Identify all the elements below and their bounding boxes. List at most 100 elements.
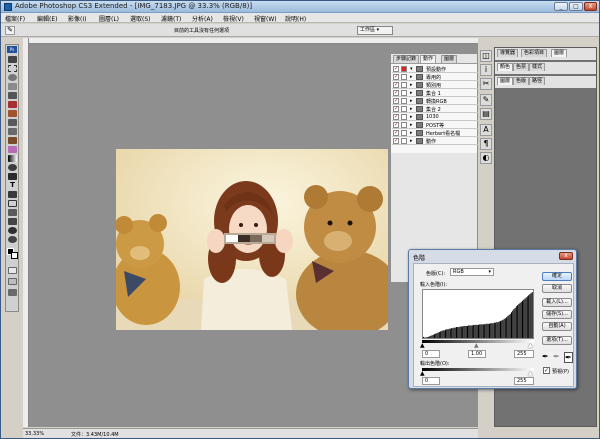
dialog-toggle-icon[interactable] (401, 74, 407, 80)
tab-swatches[interactable]: 色票 (513, 63, 530, 71)
quick-mask-icon[interactable] (8, 267, 17, 274)
load-button[interactable]: 載入(L)... (542, 298, 572, 307)
background-color-swatch[interactable] (11, 252, 18, 259)
black-eyedropper-icon[interactable]: ✒ (542, 352, 549, 361)
slice-tool-icon[interactable] (8, 101, 17, 108)
gray-eyedropper-icon[interactable]: ✒ (553, 352, 560, 361)
action-row[interactable]: ✓ ▸ 轉換RGB (392, 97, 478, 105)
black-input-slider[interactable]: ▲ (420, 342, 425, 349)
menu-layer[interactable]: 圖層(L) (99, 14, 119, 23)
action-row[interactable]: ✓ ▸ 1030 (392, 113, 478, 121)
menu-image[interactable]: 影像(I) (68, 14, 86, 23)
close-button[interactable]: X (584, 2, 597, 11)
dialog-toggle-icon[interactable] (401, 138, 407, 144)
imageready-jump-icon[interactable] (8, 289, 17, 296)
clone-stamp-icon[interactable] (8, 128, 17, 135)
action-row[interactable]: ✓ ▸ 集合 1 (392, 89, 478, 97)
lasso-tool-icon[interactable] (8, 74, 17, 81)
expand-triangle-icon[interactable]: ▸ (410, 82, 413, 88)
info-icon[interactable]: i (480, 64, 492, 76)
document-photo[interactable] (116, 149, 388, 330)
action-row[interactable]: ✓ ▸ 集合 2 (392, 105, 478, 113)
expand-triangle-icon[interactable]: ▸ (410, 106, 413, 112)
minimize-button[interactable]: _ (554, 2, 568, 11)
check-icon[interactable]: ✓ (393, 66, 399, 72)
action-row[interactable]: ✓ ▸ 類別用 (392, 81, 478, 89)
channel-select[interactable]: RGB ▾ (450, 268, 494, 276)
workspace-dropdown[interactable]: 工作區 ▾ (357, 26, 393, 35)
check-icon[interactable]: ✓ (393, 122, 399, 128)
crop-tool-icon[interactable] (8, 92, 17, 99)
options-button[interactable]: 選項(T)... (542, 336, 572, 345)
path-select-icon[interactable] (8, 191, 17, 198)
type-tool-icon[interactable]: T (8, 182, 17, 189)
dialog-close-button[interactable]: x (559, 252, 573, 260)
check-icon[interactable]: ✓ (393, 82, 399, 88)
screen-mode-icon[interactable] (8, 278, 17, 285)
cancel-button[interactable]: 取消 (542, 284, 572, 293)
healing-brush-icon[interactable] (8, 110, 17, 117)
white-input-slider[interactable]: ▲ (528, 342, 533, 349)
check-icon[interactable]: ✓ (393, 138, 399, 144)
tab-color[interactable]: 顏色 (497, 63, 514, 71)
action-row[interactable]: ✓ ▾ 預設動作 (392, 65, 478, 73)
hand-tool-icon[interactable] (8, 227, 17, 234)
layer-comps-icon[interactable]: ▤ (480, 108, 492, 120)
gamma-input-slider[interactable]: ▲ (474, 342, 479, 349)
character-icon[interactable]: A (480, 124, 492, 136)
dialog-toggle-icon[interactable] (401, 66, 407, 72)
tab-layers[interactable]: 圖層 (441, 55, 458, 63)
tab-channels[interactable]: 色版 (513, 77, 530, 85)
expand-triangle-icon[interactable]: ▸ (410, 122, 413, 128)
input-gamma-field[interactable]: 1.00 (468, 350, 486, 358)
dialog-toggle-icon[interactable] (401, 90, 407, 96)
menu-analysis[interactable]: 分析(A) (192, 14, 213, 23)
eyedropper-tool-icon[interactable] (8, 218, 17, 225)
pen-tool-icon[interactable] (8, 173, 17, 180)
history-brush-icon[interactable] (8, 137, 17, 144)
menu-filter[interactable]: 濾鏡(T) (161, 14, 181, 23)
output-white-field[interactable]: 255 (514, 377, 534, 385)
input-white-field[interactable]: 255 (514, 350, 534, 358)
gradient-tool-icon[interactable] (8, 155, 17, 162)
tab-actions[interactable]: 動作 (420, 55, 437, 63)
menu-help[interactable]: 說明(H) (285, 14, 306, 23)
check-icon[interactable]: ✓ (393, 106, 399, 112)
tool-preset-icon[interactable]: ✎ (5, 26, 15, 35)
save-button[interactable]: 儲存(S)... (542, 310, 572, 319)
menu-edit[interactable]: 編輯(E) (37, 14, 57, 23)
dodge-tool-icon[interactable] (8, 164, 17, 171)
check-icon[interactable]: ✓ (393, 74, 399, 80)
expand-triangle-icon[interactable]: ▾ (410, 66, 413, 72)
check-icon[interactable]: ✓ (393, 130, 399, 136)
check-icon[interactable]: ✓ (393, 114, 399, 120)
tab-navigator[interactable]: 導覽器 (497, 49, 519, 57)
tab-layers-panel[interactable]: 圖層 (497, 77, 514, 85)
action-row[interactable]: ✓ ▸ 專用的 (392, 73, 478, 81)
expand-triangle-icon[interactable]: ▸ (410, 98, 413, 104)
expand-triangle-icon[interactable]: ▸ (410, 130, 413, 136)
navigator-icon[interactable]: ◫ (480, 50, 492, 62)
dialog-toggle-icon[interactable] (401, 114, 407, 120)
preview-checkbox[interactable]: ✓ (543, 367, 550, 374)
notes-tool-icon[interactable] (8, 209, 17, 216)
output-black-field[interactable]: 0 (422, 377, 440, 385)
clone-source-icon[interactable]: ◐ (480, 152, 492, 164)
tab-styles[interactable]: 樣式 (529, 63, 546, 71)
tab-paths[interactable]: 路徑 (529, 77, 546, 85)
tab-info[interactable]: 圖層 (551, 49, 568, 57)
action-row[interactable]: ✓ ▸ Herbert看名檔 (392, 129, 478, 137)
expand-triangle-icon[interactable]: ▸ (410, 90, 413, 96)
input-black-field[interactable]: 0 (422, 350, 440, 358)
dialog-toggle-icon[interactable] (401, 130, 407, 136)
dialog-toggle-icon[interactable] (401, 98, 407, 104)
zoom-level[interactable]: 33.33% (25, 431, 44, 437)
brush-tool-icon[interactable] (8, 119, 17, 126)
action-row[interactable]: ✓ ▸ 動作 (392, 137, 478, 145)
action-row[interactable]: ✓ ▸ POST等 (392, 121, 478, 129)
expand-triangle-icon[interactable]: ▸ (410, 138, 413, 144)
menu-file[interactable]: 檔案(F) (5, 14, 25, 23)
dialog-toggle-icon[interactable] (401, 82, 407, 88)
check-icon[interactable]: ✓ (393, 90, 399, 96)
dialog-toggle-icon[interactable] (401, 122, 407, 128)
